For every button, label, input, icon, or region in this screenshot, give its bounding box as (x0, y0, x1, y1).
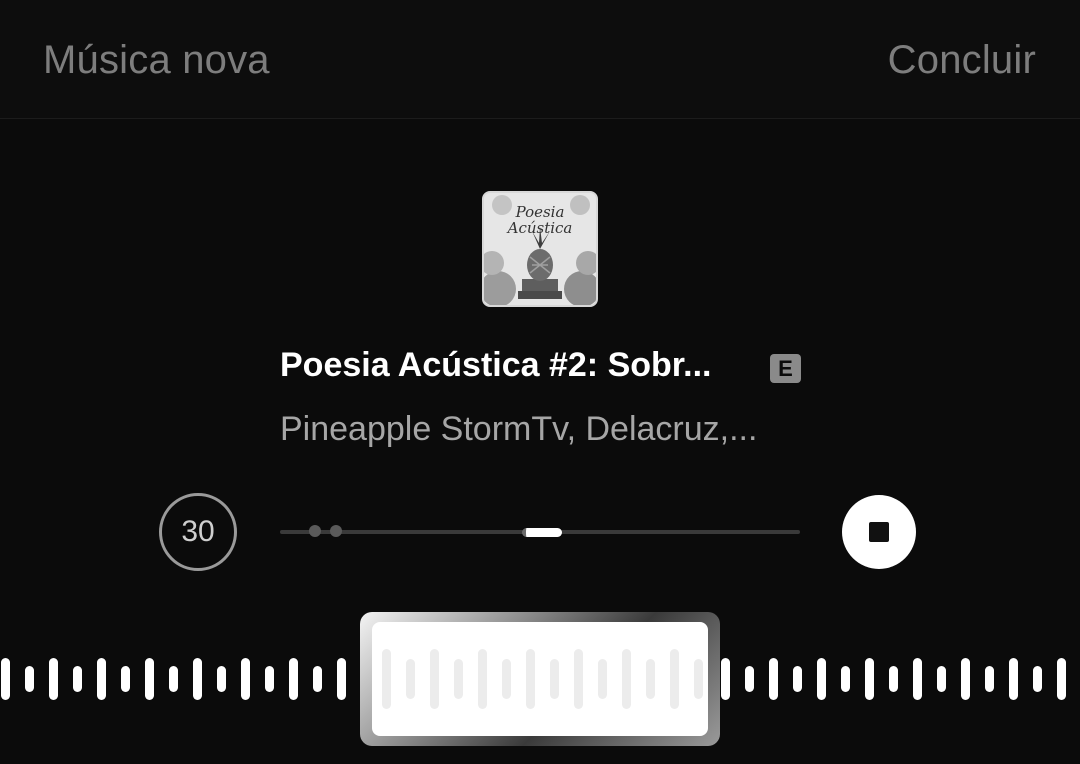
waveform-bar-selected (406, 659, 415, 699)
waveform-bar (865, 658, 874, 700)
waveform-bar-selected (622, 649, 631, 709)
selection-window-inner (372, 622, 708, 736)
waveform-bar-selected (454, 659, 463, 699)
waveform-bar-selected (670, 649, 679, 709)
album-cover-image: Poesia Acústica (484, 193, 596, 305)
waveform-bar-selected (574, 649, 583, 709)
track-artists: Pineapple StormTv, Delacruz,... (280, 410, 758, 448)
waveform-bar-selected (526, 649, 535, 709)
progress-marker-2 (330, 525, 342, 537)
waveform-bar (313, 666, 322, 692)
clip-selection-window[interactable] (360, 612, 720, 746)
done-button[interactable]: Concluir (888, 38, 1036, 83)
waveform-bar (1033, 666, 1042, 692)
waveform-bar-selected (598, 659, 607, 699)
waveform-bar-selected (550, 659, 559, 699)
waveform-bar (721, 658, 730, 700)
waveform-bar (1057, 658, 1066, 700)
waveform-bar (169, 666, 178, 692)
waveform-bar (1, 658, 10, 700)
waveform-bar (841, 666, 850, 692)
album-art: Poesia Acústica (482, 191, 598, 307)
explicit-badge: E (770, 354, 801, 383)
waveform-bar-selected (430, 649, 439, 709)
stop-button[interactable] (842, 495, 916, 569)
waveform-bar-selected (478, 649, 487, 709)
waveform-bar-selected (646, 659, 655, 699)
waveform-bar (241, 658, 250, 700)
waveform-bar-selected (502, 659, 511, 699)
music-picker-screen: Música nova Concluir Poesia Acústica Poe… (0, 0, 1080, 764)
waveform-bar (217, 666, 226, 692)
duration-selector[interactable]: 30 (159, 493, 237, 571)
waveform-bar (289, 658, 298, 700)
waveform-bar (97, 658, 106, 700)
waveform-bar (889, 666, 898, 692)
waveform-bar-selected (382, 649, 391, 709)
waveform-bar (265, 666, 274, 692)
clip-position-indicator[interactable] (522, 528, 562, 537)
waveform-bar-selected (694, 659, 703, 699)
waveform-bar (193, 658, 202, 700)
waveform-bar (745, 666, 754, 692)
new-music-title: Música nova (43, 38, 270, 82)
waveform-bar (817, 658, 826, 700)
waveform-bar (937, 666, 946, 692)
waveform-bar (769, 658, 778, 700)
waveform-bar (1009, 658, 1018, 700)
progress-marker-1 (309, 525, 321, 537)
waveform-bar (793, 666, 802, 692)
stop-icon (869, 522, 889, 542)
track-title: Poesia Acústica #2: Sobr... (280, 346, 712, 384)
waveform-bar (985, 666, 994, 692)
waveform-bar (49, 658, 58, 700)
waveform-bar (913, 658, 922, 700)
header-bar: Música nova Concluir (0, 0, 1080, 119)
album-art-text-2: Acústica (506, 219, 573, 237)
waveform-bar (25, 666, 34, 692)
waveform-bar (145, 658, 154, 700)
waveform-bar (73, 666, 82, 692)
waveform-bar (961, 658, 970, 700)
waveform-bar (121, 666, 130, 692)
waveform-bar (337, 658, 346, 700)
